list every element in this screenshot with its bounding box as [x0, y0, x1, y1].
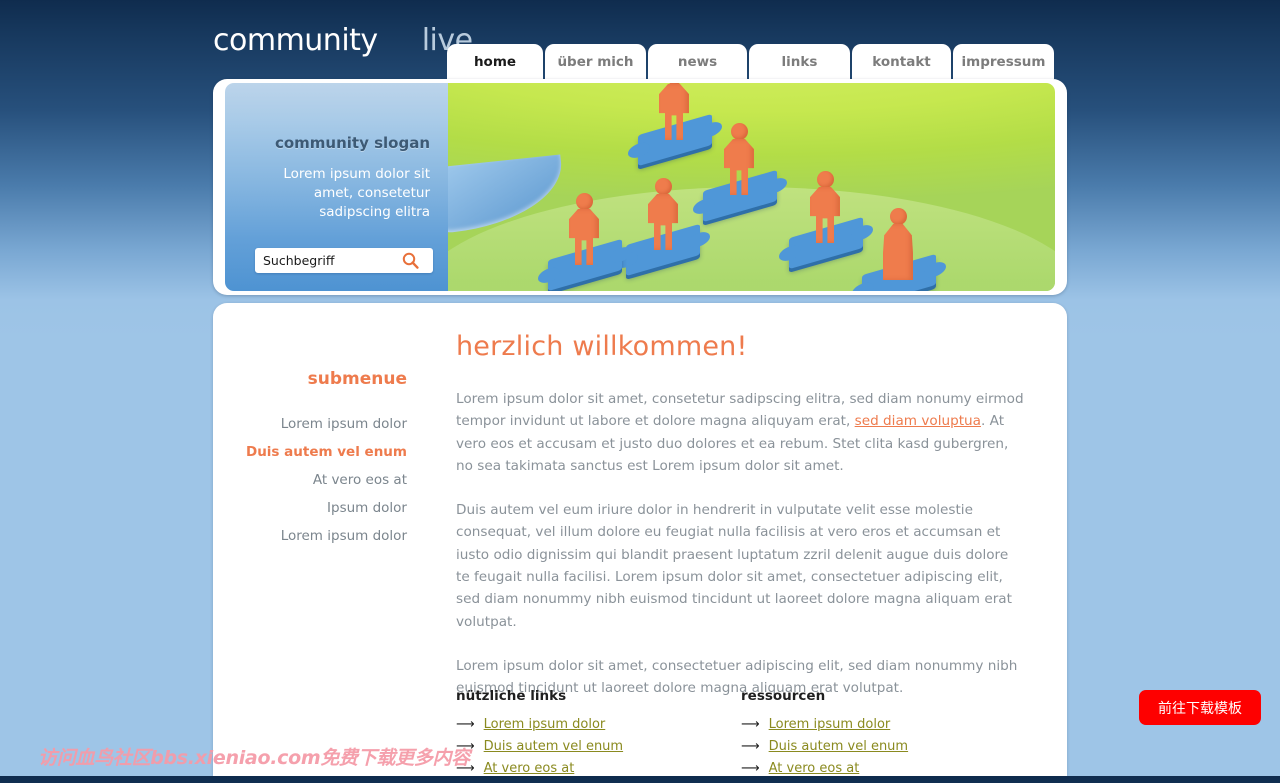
person-figure	[659, 83, 689, 140]
submenu-item-3[interactable]: At vero eos at	[213, 466, 407, 494]
site-logo[interactable]: community live	[213, 24, 473, 56]
link-column-title: nützliche links	[456, 688, 567, 704]
inline-link-voluptua[interactable]: sed diam voluptua	[855, 413, 981, 429]
tab-impressum[interactable]: impressum	[953, 44, 1054, 79]
footer-link[interactable]: At vero eos at	[484, 761, 575, 776]
arrow-right-icon: ⟶	[741, 717, 760, 732]
tab-home[interactable]: home	[447, 44, 543, 79]
link-column-title: ressourcen	[741, 688, 826, 704]
logo-figures-icon	[383, 24, 417, 54]
slogan-text: Lorem ipsum dolor sit amet, consetetur s…	[283, 166, 430, 220]
list-item[interactable]: ⟶ Duis autem vel enum	[741, 739, 1026, 754]
list-item[interactable]: ⟶ At vero eos at	[741, 761, 1026, 776]
footer-link[interactable]: At vero eos at	[769, 761, 860, 776]
link-column-nuetzliche-links: nützliche links ⟶ Lorem ipsum dolor ⟶ Du…	[456, 688, 741, 783]
search-box[interactable]	[255, 248, 433, 273]
hero-illustration	[448, 83, 1055, 291]
slogan-panel: community slogan Lorem ipsum dolor sit a…	[225, 83, 448, 291]
arrow-right-icon: ⟶	[741, 739, 760, 754]
person-figure	[648, 178, 678, 250]
list-item[interactable]: ⟶ Lorem ipsum dolor	[456, 717, 741, 732]
submenu-title: submenue	[307, 369, 407, 389]
main-navigation: home über mich news links kontakt impres…	[447, 44, 1054, 79]
arrow-right-icon: ⟶	[741, 761, 760, 776]
footer-link-columns: nützliche links ⟶ Lorem ipsum dolor ⟶ Du…	[456, 688, 1026, 783]
person-figure-female	[883, 208, 913, 280]
paragraph-1: Lorem ipsum dolor sit amet, consetetur s…	[456, 388, 1026, 477]
footer-link[interactable]: Duis autem vel enum	[484, 739, 623, 754]
logo-text-community: community	[213, 23, 378, 58]
submenu: submenue Lorem ipsum dolor Duis autem ve…	[213, 369, 407, 550]
main-article: herzlich willkommen! Lorem ipsum dolor s…	[456, 331, 1026, 722]
search-input[interactable]	[256, 253, 396, 268]
tab-links[interactable]: links	[749, 44, 850, 79]
content-panel: submenue Lorem ipsum dolor Duis autem ve…	[213, 303, 1067, 776]
paragraph-2: Duis autem vel eum iriure dolor in hendr…	[456, 502, 1012, 630]
hero-panel: community slogan Lorem ipsum dolor sit a…	[213, 79, 1067, 295]
list-item[interactable]: ⟶ Lorem ipsum dolor	[741, 717, 1026, 732]
submenu-item-5[interactable]: Lorem ipsum dolor	[213, 522, 407, 550]
person-figure	[569, 193, 599, 265]
hero-inner: community slogan Lorem ipsum dolor sit a…	[225, 83, 1055, 291]
watermark-text: 访问血鸟社区bbs.xieniao.com免费下载更多内容	[38, 747, 470, 769]
tab-kontakt[interactable]: kontakt	[852, 44, 951, 79]
submenu-item-4[interactable]: Ipsum dolor	[213, 494, 407, 522]
submenu-item-2[interactable]: Duis autem vel enum	[213, 438, 407, 466]
search-button[interactable]	[396, 249, 424, 272]
footer-link[interactable]: Lorem ipsum dolor	[484, 717, 606, 732]
footer-link[interactable]: Lorem ipsum dolor	[769, 717, 891, 732]
page-title: herzlich willkommen!	[456, 331, 748, 362]
person-figure	[810, 171, 840, 243]
footer-link[interactable]: Duis autem vel enum	[769, 739, 908, 754]
arrow-right-icon: ⟶	[456, 717, 475, 732]
tab-news[interactable]: news	[648, 44, 747, 79]
tab-uber-mich[interactable]: über mich	[545, 44, 646, 79]
submenu-item-1[interactable]: Lorem ipsum dolor	[213, 410, 407, 438]
search-icon	[402, 252, 419, 269]
list-item[interactable]: ⟶ Duis autem vel enum	[456, 739, 741, 754]
person-figure	[724, 123, 754, 195]
slogan-title: community slogan	[274, 134, 430, 152]
link-column-ressourcen: ressourcen ⟶ Lorem ipsum dolor ⟶ Duis au…	[741, 688, 1026, 783]
list-item[interactable]: ⟶ At vero eos at	[456, 761, 741, 776]
download-template-button[interactable]: 前往下载模板	[1139, 690, 1261, 725]
